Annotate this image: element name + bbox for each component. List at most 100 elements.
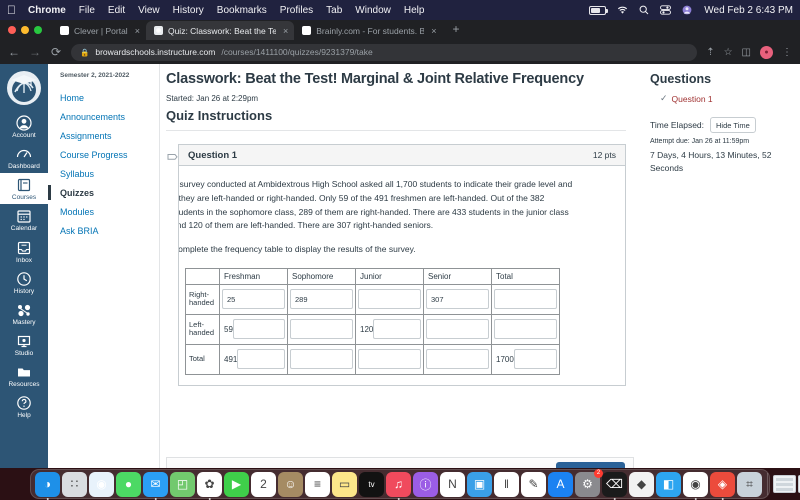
- answer-input[interactable]: 307: [426, 289, 489, 310]
- answer-input[interactable]: [358, 349, 421, 370]
- menu-item-profiles[interactable]: Profiles: [280, 5, 313, 16]
- browser-tab-clever[interactable]: C Clever | Portal ×: [52, 21, 146, 40]
- close-tab-icon[interactable]: ×: [135, 26, 140, 36]
- browser-tab-brainly[interactable]: B Brainly.com - For students. By ×: [294, 21, 442, 40]
- dock-icon-safari[interactable]: ◉: [89, 471, 114, 497]
- maximize-window-button[interactable]: [34, 26, 42, 34]
- search-icon[interactable]: [639, 5, 649, 15]
- dock-icon-notes[interactable]: ▭: [332, 471, 357, 497]
- answer-input[interactable]: [358, 289, 421, 310]
- course-nav-home[interactable]: Home: [60, 88, 159, 107]
- bookmark-star-icon[interactable]: ☆: [724, 47, 733, 58]
- menu-item-help[interactable]: Help: [404, 5, 425, 16]
- menubar-clock[interactable]: Wed Feb 2 6:43 PM: [704, 5, 793, 16]
- answer-input[interactable]: [494, 289, 557, 310]
- dock-icon-keynote[interactable]: ▣: [467, 471, 492, 497]
- menu-item-view[interactable]: View: [138, 5, 160, 16]
- global-nav-resources[interactable]: Resources: [0, 360, 48, 391]
- dock-icon-adobe-app[interactable]: ◈: [710, 471, 735, 500]
- minimize-window-button[interactable]: [21, 26, 29, 34]
- dock-icon-roblox-studio[interactable]: ◧: [656, 471, 681, 497]
- menu-item-bookmarks[interactable]: Bookmarks: [217, 5, 267, 16]
- reload-button[interactable]: ⟳: [50, 46, 62, 58]
- hide-time-button[interactable]: Hide Time: [710, 117, 756, 133]
- dock-icon-messages[interactable]: ●: [116, 471, 141, 497]
- answer-input[interactable]: 25: [222, 289, 285, 310]
- forward-button[interactable]: →: [29, 46, 41, 58]
- sidebar-question-1-link[interactable]: ✓ Question 1: [660, 93, 790, 104]
- side-panel-icon[interactable]: ◫: [742, 47, 751, 58]
- new-tab-button[interactable]: +: [443, 22, 468, 38]
- menu-item-tab[interactable]: Tab: [326, 5, 342, 16]
- dock-icon-finder[interactable]: ◑: [35, 471, 60, 500]
- dock-icon-apple-tv[interactable]: tv: [359, 471, 384, 497]
- course-nav-announcements[interactable]: Announcements: [60, 107, 159, 126]
- dock-icon-pages[interactable]: ✎: [521, 471, 546, 497]
- dock-icon-chrome[interactable]: ◉: [683, 471, 708, 500]
- chrome-menu-icon[interactable]: ⋮: [782, 47, 792, 58]
- dock-icon-screenshot[interactable]: ⌗: [737, 471, 762, 497]
- dock-icon-terminal[interactable]: ⌫: [602, 471, 627, 500]
- dock-icon-app-store[interactable]: A: [548, 471, 573, 497]
- global-nav-courses[interactable]: Courses: [0, 173, 48, 205]
- answer-input[interactable]: [426, 319, 489, 340]
- submit-quiz-button[interactable]: Submit Quiz: [555, 462, 625, 468]
- answer-input[interactable]: [237, 349, 285, 370]
- close-tab-icon[interactable]: ×: [283, 26, 288, 36]
- dock-icon-launchpad[interactable]: ∷: [62, 471, 87, 497]
- close-window-button[interactable]: [8, 26, 16, 34]
- dock-icon-calendar[interactable]: 2: [251, 471, 276, 497]
- dock-minimized-window[interactable]: [773, 475, 796, 493]
- apple-logo-icon[interactable]: : [7, 4, 16, 16]
- menu-item-window[interactable]: Window: [355, 5, 391, 16]
- browser-tab-quiz[interactable]: ◉ Quiz: Classwork: Beat the Test ×: [145, 21, 295, 40]
- course-nav-course-progress[interactable]: Course Progress: [60, 145, 159, 164]
- menu-item-history[interactable]: History: [173, 5, 204, 16]
- dock-icon-contacts[interactable]: ☺: [278, 471, 303, 497]
- menu-item-chrome[interactable]: Chrome: [28, 5, 66, 16]
- global-nav-account[interactable]: Account: [0, 111, 48, 142]
- control-center-icon[interactable]: [660, 5, 672, 15]
- course-nav-assignments[interactable]: Assignments: [60, 126, 159, 145]
- flag-icon[interactable]: [166, 144, 178, 164]
- answer-input[interactable]: 289: [290, 289, 353, 310]
- profile-avatar[interactable]: ●: [760, 45, 773, 59]
- user-account-icon[interactable]: [682, 5, 692, 15]
- dock-icon-maps[interactable]: ◰: [170, 471, 195, 497]
- dock-icon-music[interactable]: ♫: [386, 471, 411, 500]
- global-nav-studio[interactable]: Studio: [0, 329, 48, 360]
- global-nav-inbox[interactable]: Inbox: [0, 236, 48, 267]
- back-button[interactable]: ←: [8, 46, 20, 58]
- broward-schools-logo-icon[interactable]: [7, 71, 41, 105]
- menu-item-edit[interactable]: Edit: [108, 5, 125, 16]
- dock-icon-mail[interactable]: ✉: [143, 471, 168, 500]
- answer-input[interactable]: [426, 349, 489, 370]
- global-nav-mastery[interactable]: Mastery: [0, 298, 48, 329]
- course-nav-syllabus[interactable]: Syllabus: [60, 164, 159, 183]
- share-icon[interactable]: ⇡: [706, 47, 714, 58]
- menu-item-file[interactable]: File: [79, 5, 95, 16]
- dock-icon-podcasts[interactable]: ⓘ: [413, 471, 438, 497]
- close-tab-icon[interactable]: ×: [431, 26, 436, 36]
- global-nav-help[interactable]: Help: [0, 391, 48, 422]
- answer-input[interactable]: [290, 349, 353, 370]
- dock-icon-numbers[interactable]: ‖: [494, 471, 519, 497]
- answer-input[interactable]: [232, 319, 285, 340]
- answer-input[interactable]: [290, 319, 353, 340]
- dock-icon-system-preferences[interactable]: ⚙ 2: [575, 468, 603, 497]
- course-nav-ask-bria[interactable]: Ask BRIA: [60, 221, 159, 240]
- dock-icon-news[interactable]: N: [440, 471, 465, 497]
- global-nav-dashboard[interactable]: Dashboard: [0, 142, 48, 173]
- address-bar[interactable]: 🔒 browardschools.instructure.com/courses…: [71, 43, 698, 61]
- dock-icon-photos[interactable]: ✿: [197, 471, 222, 500]
- dock-icon-facetime[interactable]: ▶: [224, 471, 249, 497]
- dock-icon-roblox[interactable]: ◆: [629, 471, 654, 497]
- course-nav-modules[interactable]: Modules: [60, 202, 159, 221]
- global-nav-calendar[interactable]: Calendar: [0, 204, 48, 235]
- global-nav-history[interactable]: History: [0, 267, 48, 298]
- battery-icon[interactable]: [589, 5, 609, 15]
- answer-input[interactable]: [494, 319, 557, 340]
- answer-input[interactable]: [373, 319, 421, 340]
- answer-input[interactable]: [513, 349, 557, 370]
- dock-icon-reminders[interactable]: ≡: [305, 471, 330, 497]
